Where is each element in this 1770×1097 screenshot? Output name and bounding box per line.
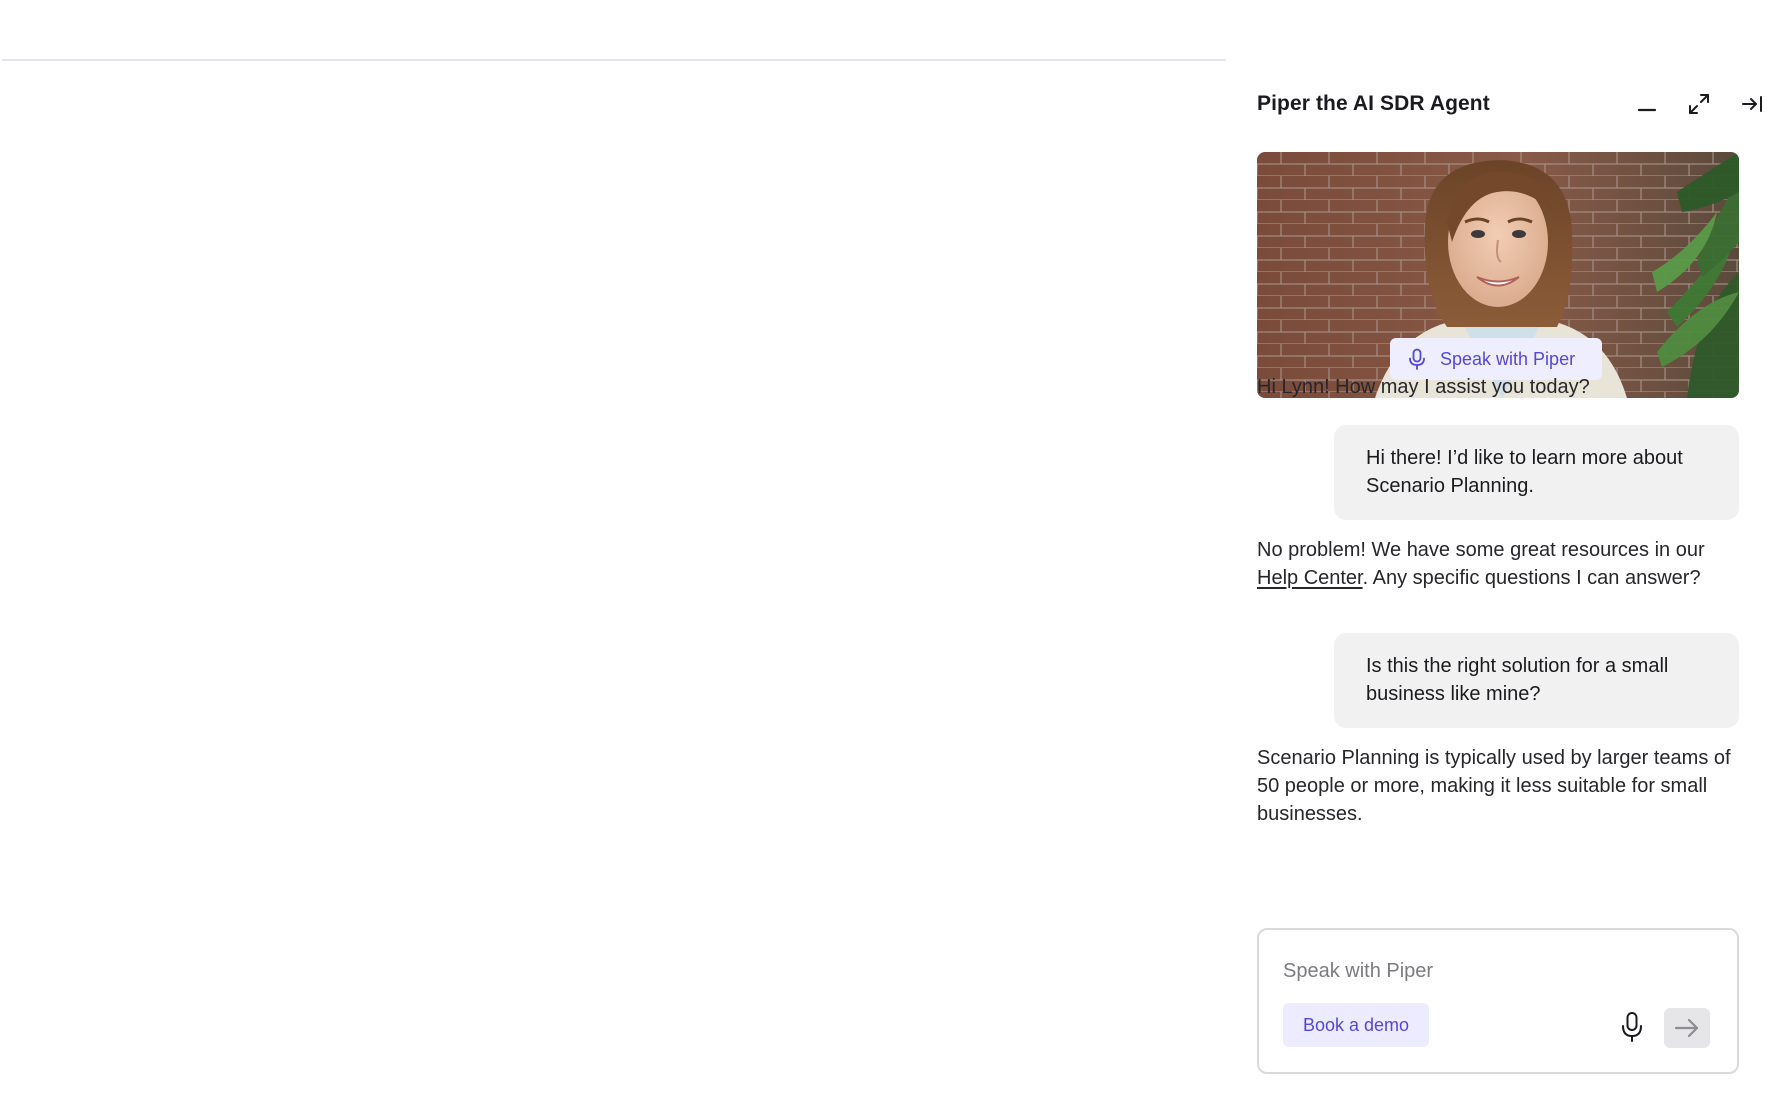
microphone-icon xyxy=(1409,348,1425,370)
help-center-link[interactable]: Help Center xyxy=(1257,567,1363,589)
minimize-button[interactable] xyxy=(1629,86,1665,122)
agent-video-card: Speak with Piper xyxy=(1257,152,1739,398)
arrow-right-icon xyxy=(1674,1018,1699,1038)
message-input[interactable] xyxy=(1283,954,1703,988)
agent-message-text: . Any specific questions I can answer? xyxy=(1362,567,1701,589)
user-message-text: Is this the right solution for a small b… xyxy=(1366,655,1669,705)
chat-panel: Piper the AI SDR Agent Speak with Piper … xyxy=(1226,61,1770,1097)
microphone-icon xyxy=(1622,1012,1642,1042)
message-composer: Book a demo xyxy=(1257,928,1739,1074)
agent-message-text: Hi Lynn! How may I assist you today? xyxy=(1257,376,1590,398)
agent-message: Hi Lynn! How may I assist you today? xyxy=(1257,373,1739,401)
voice-input-button[interactable] xyxy=(1614,1007,1650,1047)
user-message: Is this the right solution for a small b… xyxy=(1334,633,1739,728)
chat-panel-header: Piper the AI SDR Agent xyxy=(1257,86,1762,126)
collapse-panel-button[interactable] xyxy=(1734,86,1770,122)
main-content-area xyxy=(0,61,1226,1097)
user-message-text: Hi there! I’d like to learn more about S… xyxy=(1366,447,1683,497)
minimize-icon xyxy=(1637,108,1657,112)
book-demo-button[interactable]: Book a demo xyxy=(1283,1003,1429,1047)
speak-with-piper-label: Speak with Piper xyxy=(1440,348,1576,369)
user-message: Hi there! I’d like to learn more about S… xyxy=(1334,425,1739,520)
top-bar xyxy=(0,0,1770,61)
expand-button[interactable] xyxy=(1681,86,1717,122)
send-button[interactable] xyxy=(1664,1008,1710,1048)
panel-title: Piper the AI SDR Agent xyxy=(1257,92,1490,115)
agent-message: Scenario Planning is typically used by l… xyxy=(1257,744,1739,828)
agent-message-text: No problem! We have some great resources… xyxy=(1257,539,1705,561)
expand-icon xyxy=(1689,94,1709,114)
collapse-right-icon xyxy=(1742,96,1762,112)
agent-message: No problem! We have some great resources… xyxy=(1257,536,1739,592)
agent-message-text: Scenario Planning is typically used by l… xyxy=(1257,747,1731,825)
